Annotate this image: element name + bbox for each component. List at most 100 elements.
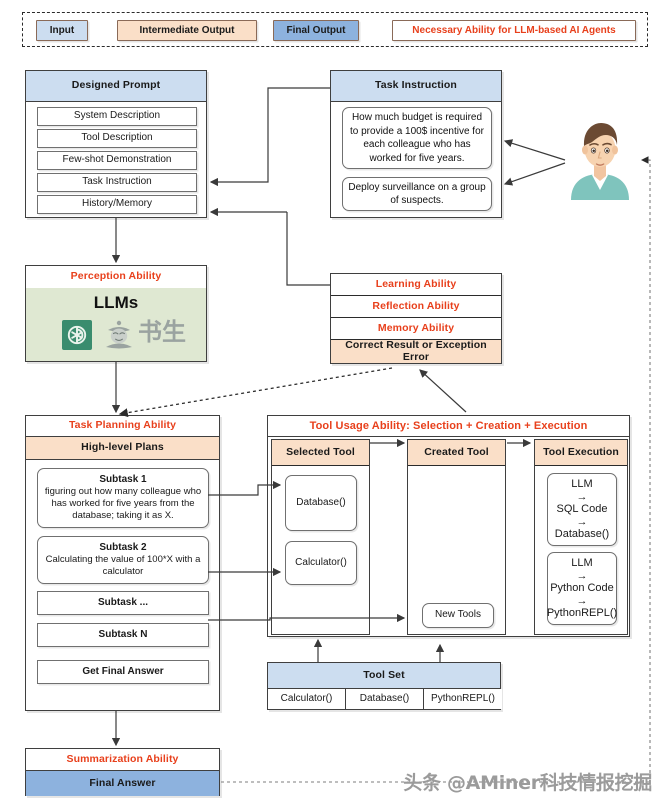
reflection-ability-row: Reflection Ability — [331, 296, 501, 318]
legend-item-necessary-ability: Necessary Ability for LLM-based AI Agent… — [392, 20, 636, 41]
row-label: Reflection Ability — [372, 299, 460, 312]
created-tool-new-tools[interactable]: New Tools — [422, 603, 494, 628]
tool-label: New Tools — [435, 609, 481, 621]
tool-set-pythonrepl[interactable]: PythonREPL() — [424, 689, 502, 709]
perception-ability-panel: Perception Ability LLMs 书生 — [25, 265, 207, 362]
legend-item-final-output: Final Output — [273, 20, 359, 41]
legend-bar: Input Intermediate Output Final Output N… — [22, 12, 648, 47]
subtask-1-card[interactable]: Subtask 1 figuring out how many colleagu… — [37, 468, 209, 528]
item-label: History/Memory — [81, 198, 152, 210]
designed-prompt-title: Designed Prompt — [26, 71, 206, 102]
row-label: Learning Ability — [375, 277, 457, 290]
llms-body: LLMs 书生 — [26, 288, 206, 361]
task-instruction-title: Task Instruction — [331, 71, 501, 102]
legend-item-intermediate-output: Intermediate Output — [117, 20, 257, 41]
panel-title-text: Task Instruction — [375, 79, 457, 92]
row-label: Correct Result or Exception Error — [345, 338, 487, 363]
get-final-answer-card[interactable]: Get Final Answer — [37, 660, 209, 684]
prompt-item-few-shot-demonstration[interactable]: Few-shot Demonstration — [37, 151, 197, 170]
column-header-text: Created Tool — [424, 445, 489, 458]
item-label: Few-shot Demonstration — [62, 154, 172, 166]
selected-tool-database[interactable]: Database() — [285, 475, 357, 531]
summarization-panel: Summarization Ability Final Answer — [25, 748, 220, 796]
legend-label: Input — [49, 25, 75, 36]
pipeline-text: LLM → Python Code → PythonREPL() — [546, 556, 618, 620]
legend-label: Final Output — [286, 25, 346, 36]
column-header-text: Tool Execution — [543, 445, 619, 458]
watermark-text: 头条 @AMiner科技情报挖掘 — [403, 771, 652, 794]
task-planning-panel: Task Planning Ability High-level Plans S… — [25, 415, 220, 711]
panel-title-text: Tool Set — [363, 668, 405, 681]
llms-label: LLMs — [26, 293, 206, 313]
tool-execution-header: Tool Execution — [535, 440, 627, 466]
subtask-title: Subtask 2 — [99, 541, 147, 553]
task-instruction-item-surveillance[interactable]: Deploy surveillance on a group of suspec… — [342, 177, 492, 211]
panel-title-text: Designed Prompt — [71, 79, 161, 92]
prompt-item-system-description[interactable]: System Description — [37, 107, 197, 126]
row-label: Final Answer — [89, 776, 156, 789]
subtask-title: Subtask N — [98, 628, 148, 640]
panel-title-text: Summarization Ability — [66, 752, 179, 765]
subtask-title: Get Final Answer — [82, 665, 164, 677]
correct-result-or-exception-error-row: Correct Result or Exception Error — [331, 338, 501, 363]
legend-label: Necessary Ability for LLM-based AI Agent… — [412, 25, 616, 36]
tool-usage-ability-title: Tool Usage Ability: Selection + Creation… — [268, 416, 629, 437]
memory-ability-row: Memory Ability — [331, 318, 501, 340]
item-label: Task Instruction — [82, 176, 152, 188]
prompt-item-tool-description[interactable]: Tool Description — [37, 129, 197, 148]
pipeline-text: LLM → SQL Code → Database() — [554, 477, 610, 541]
subtask-body: Calculating the value of 100*X with a ca… — [45, 554, 201, 578]
tool-set-database[interactable]: Database() — [346, 689, 424, 709]
subtask-ellipsis-card[interactable]: Subtask ... — [37, 591, 209, 615]
subtask-title: Subtask ... — [97, 596, 148, 608]
tool-usage-panel: Tool Usage Ability: Selection + Creation… — [267, 415, 630, 637]
panel-title-text: Perception Ability — [70, 270, 162, 283]
item-label: Tool Description — [81, 132, 153, 144]
prompt-item-task-instruction[interactable]: Task Instruction — [37, 173, 197, 192]
task-planning-ability-title: Task Planning Ability — [26, 416, 219, 437]
subtask-body: figuring out how many colleague who has … — [44, 486, 202, 522]
task-instruction-item-budget[interactable]: How much budget is required to provide a… — [342, 107, 492, 169]
subtask-n-card[interactable]: Subtask N — [37, 623, 209, 647]
tool-label: Calculator() — [280, 692, 333, 704]
column-header-text: Selected Tool — [286, 445, 355, 458]
subtask-2-card[interactable]: Subtask 2 Calculating the value of 100*X… — [37, 536, 209, 584]
item-text: How much budget is required to provide a… — [350, 112, 484, 164]
tool-set-calculator[interactable]: Calculator() — [268, 689, 346, 709]
panel-title-text: Task Planning Ability — [68, 419, 177, 432]
tool-execution-column: Tool Execution LLM → SQL Code → Database… — [534, 439, 628, 635]
selected-tool-header: Selected Tool — [272, 440, 369, 466]
panel-title-text: Tool Usage Ability: Selection + Creation… — [309, 419, 588, 432]
prompt-item-history-memory[interactable]: History/Memory — [37, 195, 197, 214]
legend-item-input: Input — [36, 20, 88, 41]
tool-execution-python-pipeline[interactable]: LLM → Python Code → PythonREPL() — [547, 552, 617, 625]
tool-label: Calculator() — [295, 556, 347, 568]
internlm-shusheng-logo-icon — [102, 318, 136, 352]
summarization-ability-title: Summarization Ability — [26, 749, 219, 771]
tool-execution-sql-pipeline[interactable]: LLM → SQL Code → Database() — [547, 473, 617, 546]
shusheng-logo-text: 书生 — [138, 320, 186, 344]
tool-set-title: Tool Set — [268, 663, 500, 689]
tool-label: Database() — [359, 692, 410, 704]
final-answer-row: Final Answer — [26, 771, 219, 796]
abilities-panel: Learning Ability Reflection Ability Memo… — [330, 273, 502, 364]
user-avatar-illustration — [567, 118, 633, 200]
openai-logo-icon — [62, 320, 92, 350]
item-text: Deploy surveillance on a group of suspec… — [348, 181, 486, 207]
learning-ability-row: Learning Ability — [331, 274, 501, 296]
perception-ability-title: Perception Ability — [26, 266, 206, 289]
created-tool-header: Created Tool — [408, 440, 505, 466]
task-instruction-panel: Task Instruction How much budget is requ… — [330, 70, 502, 218]
selected-tool-calculator[interactable]: Calculator() — [285, 541, 357, 585]
item-label: System Description — [73, 110, 161, 122]
tool-label: PythonREPL() — [431, 692, 495, 704]
created-tool-column: Created Tool New Tools — [407, 439, 506, 635]
selected-tool-column: Selected Tool Database() Calculator() — [271, 439, 370, 635]
legend-label: Intermediate Output — [139, 25, 235, 36]
logo-text: 书生 — [138, 318, 186, 346]
designed-prompt-panel: Designed Prompt System Description Tool … — [25, 70, 207, 218]
subtask-title: Subtask 1 — [99, 473, 147, 485]
row-label: Memory Ability — [377, 321, 455, 334]
watermark: 头条 @AMiner科技情报挖掘 — [403, 768, 652, 794]
high-level-plans-subtitle: High-level Plans — [26, 437, 219, 460]
